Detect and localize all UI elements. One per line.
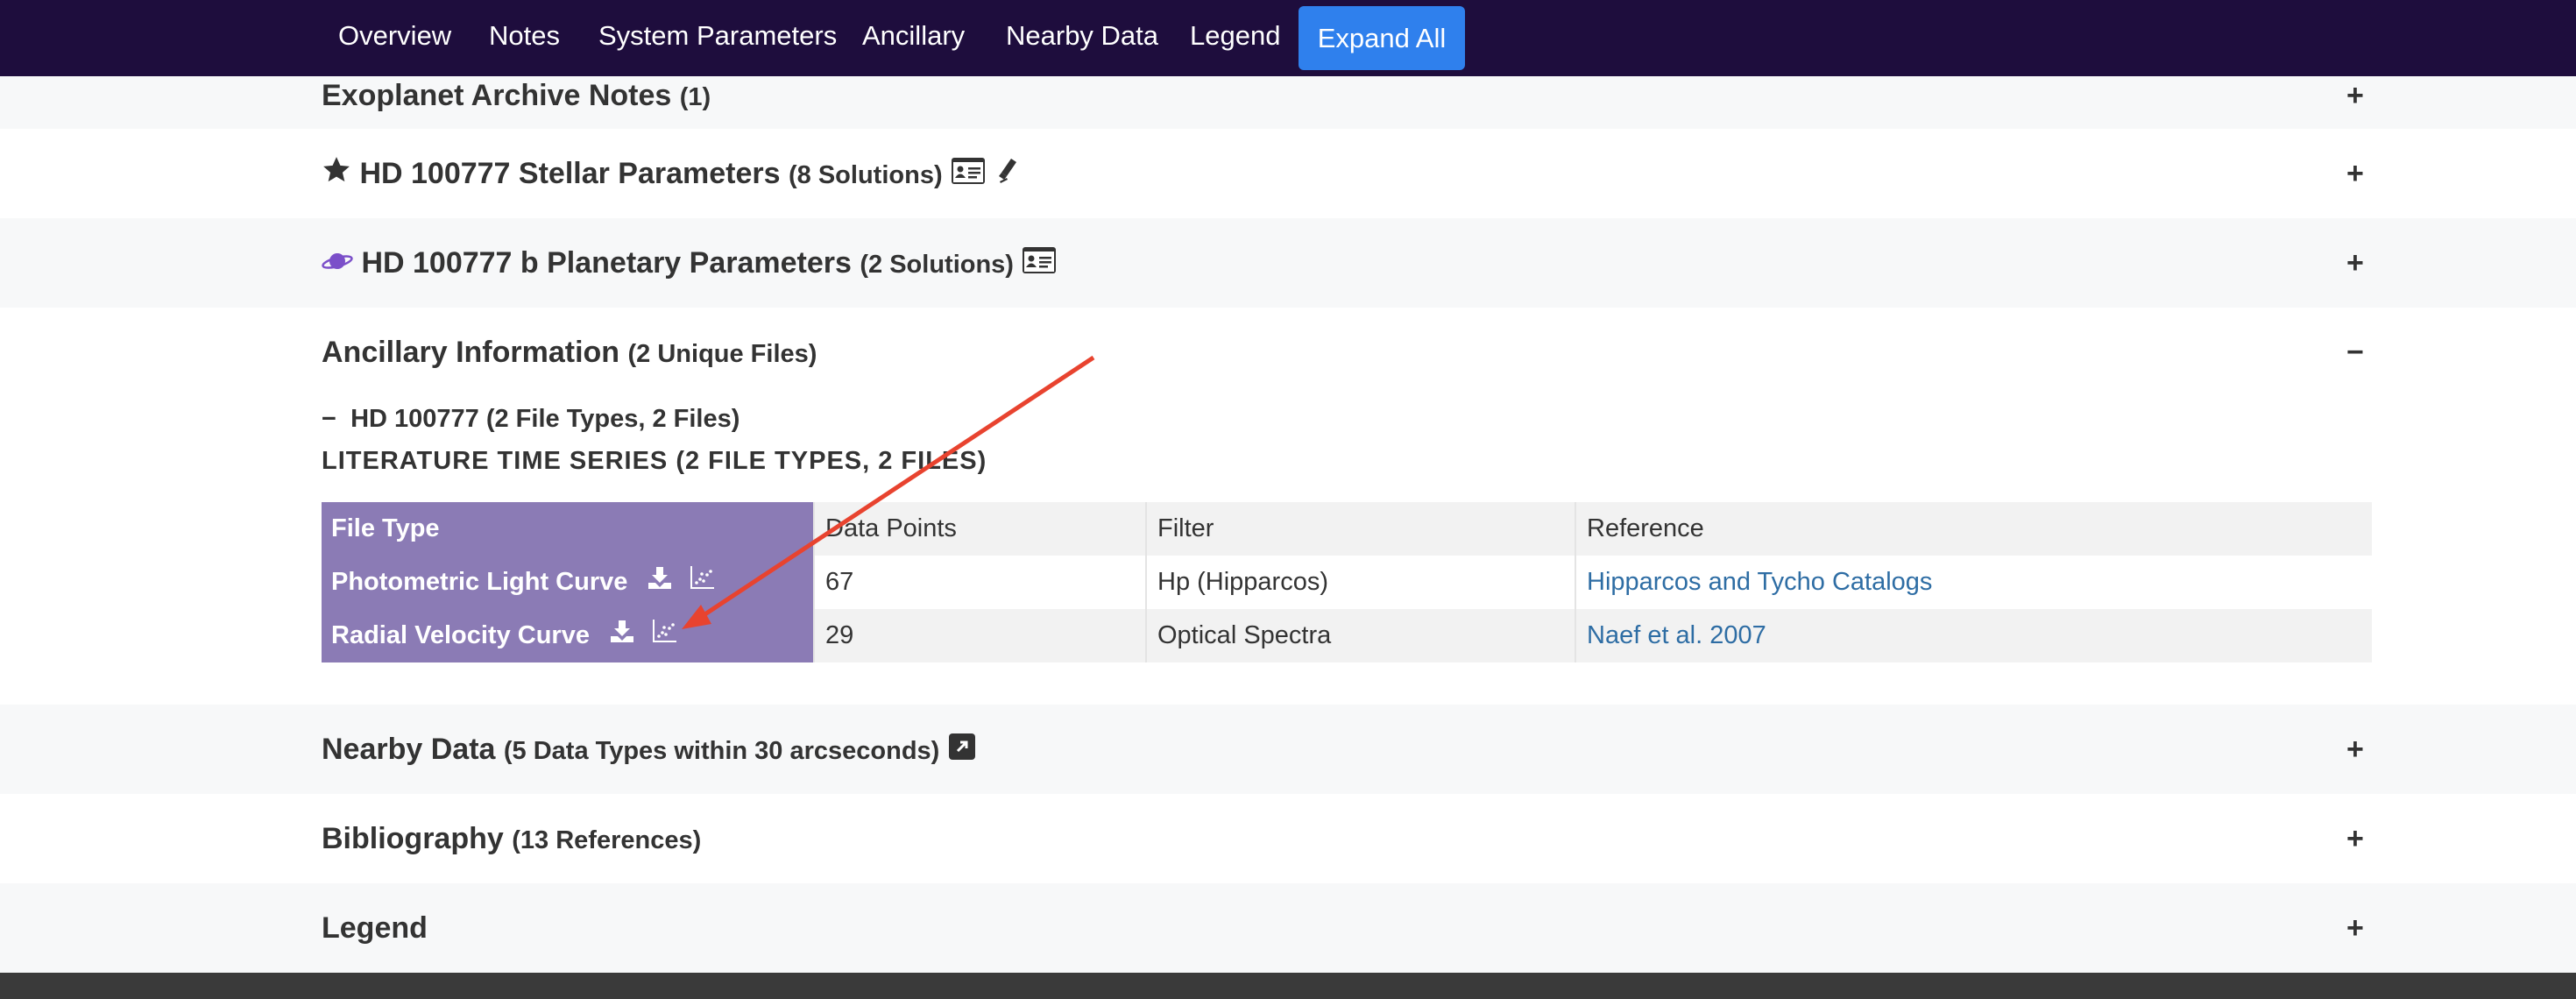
section-legend-toggle[interactable]: + [2346, 883, 2364, 973]
data-points-cell: 29 [813, 609, 1145, 662]
section-stellar-toggle[interactable]: + [2346, 129, 2364, 218]
download-icon[interactable] [647, 556, 673, 610]
table-header-row: File Type Data Points Filter Reference [322, 502, 2372, 556]
nav-ancillary[interactable]: Ancillary [862, 0, 965, 72]
section-bibliography-label: Bibliography [322, 822, 504, 855]
ancillary-object-line[interactable]: − HD 100777 (2 File Types, 2 Files) [322, 401, 740, 436]
section-notes[interactable]: Exoplanet Archive Notes (1) + [0, 76, 2576, 129]
external-link-icon[interactable] [948, 706, 976, 796]
section-planetary-parameters[interactable]: HD 100777 b Planetary Parameters (2 Solu… [0, 218, 2576, 308]
ancillary-table: File Type Data Points Filter Reference P… [322, 502, 2372, 662]
section-nearby-title: Nearby Data (5 Data Types within 30 arcs… [322, 705, 976, 796]
section-legend-title: Legend [322, 911, 428, 945]
section-bibliography-count: (13 References) [512, 826, 702, 854]
planet-icon [322, 220, 353, 309]
data-points-cell: 67 [813, 556, 1145, 609]
section-ancillary-label: Ancillary Information [322, 336, 620, 369]
file-type-label: Photometric Light Curve [331, 568, 628, 596]
section-planetary-title: HD 100777 b Planetary Parameters (2 Solu… [322, 218, 1057, 309]
nav-notes[interactable]: Notes [489, 0, 560, 72]
header-filter: Filter [1145, 502, 1575, 556]
section-nearby-data[interactable]: Nearby Data (5 Data Types within 30 arcs… [0, 705, 2576, 794]
table-row: Radial Velocity Curve 29 Optical Spectra… [322, 609, 2372, 662]
section-ancillary-count: (2 Unique Files) [627, 340, 817, 368]
section-notes-count: (1) [679, 83, 711, 111]
section-stellar-parameters[interactable]: HD 100777 Stellar Parameters (8 Solution… [0, 129, 2576, 218]
telescope-icon[interactable] [994, 131, 1019, 220]
download-icon[interactable] [609, 610, 635, 663]
page-footer [0, 973, 2576, 999]
section-stellar-title: HD 100777 Stellar Parameters (8 Solution… [322, 129, 1019, 220]
section-notes-title: Exoplanet Archive Notes (1) [322, 69, 711, 124]
section-planetary-toggle[interactable]: + [2346, 218, 2364, 308]
reference-link[interactable]: Naef et al. 2007 [1575, 609, 2372, 662]
file-type-cell: Radial Velocity Curve [322, 609, 813, 662]
section-bibliography-title: Bibliography (13 References) [322, 794, 701, 885]
section-ancillary-toggle[interactable]: − [2346, 308, 2364, 397]
filter-cell: Hp (Hipparcos) [1145, 556, 1575, 609]
reference-link[interactable]: Hipparcos and Tycho Catalogs [1575, 556, 2372, 609]
header-data-points: Data Points [813, 502, 1145, 556]
literature-time-series-heading: LITERATURE TIME SERIES (2 FILE TYPES, 2 … [322, 447, 987, 475]
section-stellar-count: (8 Solutions) [789, 161, 943, 189]
section-legend[interactable]: Legend + [0, 883, 2576, 973]
section-nearby-label: Nearby Data [322, 733, 496, 766]
header-file-type: File Type [322, 502, 813, 556]
plot-icon[interactable] [651, 610, 677, 663]
file-type-cell: Photometric Light Curve [322, 556, 813, 609]
section-notes-toggle[interactable]: + [2346, 69, 2364, 122]
nav-system-parameters[interactable]: System Parameters [598, 0, 837, 72]
table-row: Photometric Light Curve 67 Hp (Hipparcos… [322, 556, 2372, 609]
ancillary-object-label: HD 100777 (2 File Types, 2 Files) [350, 405, 740, 433]
ancillary-object-toggle[interactable]: − [322, 405, 336, 433]
filter-cell: Optical Spectra [1145, 609, 1575, 662]
star-icon [322, 131, 351, 220]
section-nearby-count: (5 Data Types within 30 arcseconds) [503, 737, 940, 765]
section-stellar-label: HD 100777 Stellar Parameters [359, 157, 781, 190]
section-notes-label: Exoplanet Archive Notes [322, 79, 672, 112]
header-reference: Reference [1575, 502, 2372, 556]
nav-overview[interactable]: Overview [338, 0, 451, 72]
section-planetary-label: HD 100777 b Planetary Parameters [361, 246, 852, 280]
section-nearby-toggle[interactable]: + [2346, 705, 2364, 794]
nav-nearby-data[interactable]: Nearby Data [1006, 0, 1158, 72]
top-navigation: Overview Notes System Parameters Ancilla… [0, 0, 2576, 76]
id-card-icon[interactable] [1022, 220, 1057, 309]
id-card-icon[interactable] [951, 131, 986, 220]
plot-icon[interactable] [689, 556, 715, 610]
section-bibliography-toggle[interactable]: + [2346, 794, 2364, 883]
section-ancillary-title[interactable]: Ancillary Information (2 Unique Files) [322, 308, 817, 399]
section-bibliography[interactable]: Bibliography (13 References) + [0, 794, 2576, 883]
expand-all-button[interactable]: Expand All [1299, 6, 1465, 70]
nav-legend[interactable]: Legend [1190, 0, 1280, 72]
file-type-label: Radial Velocity Curve [331, 621, 590, 649]
section-planetary-count: (2 Solutions) [860, 251, 1014, 279]
